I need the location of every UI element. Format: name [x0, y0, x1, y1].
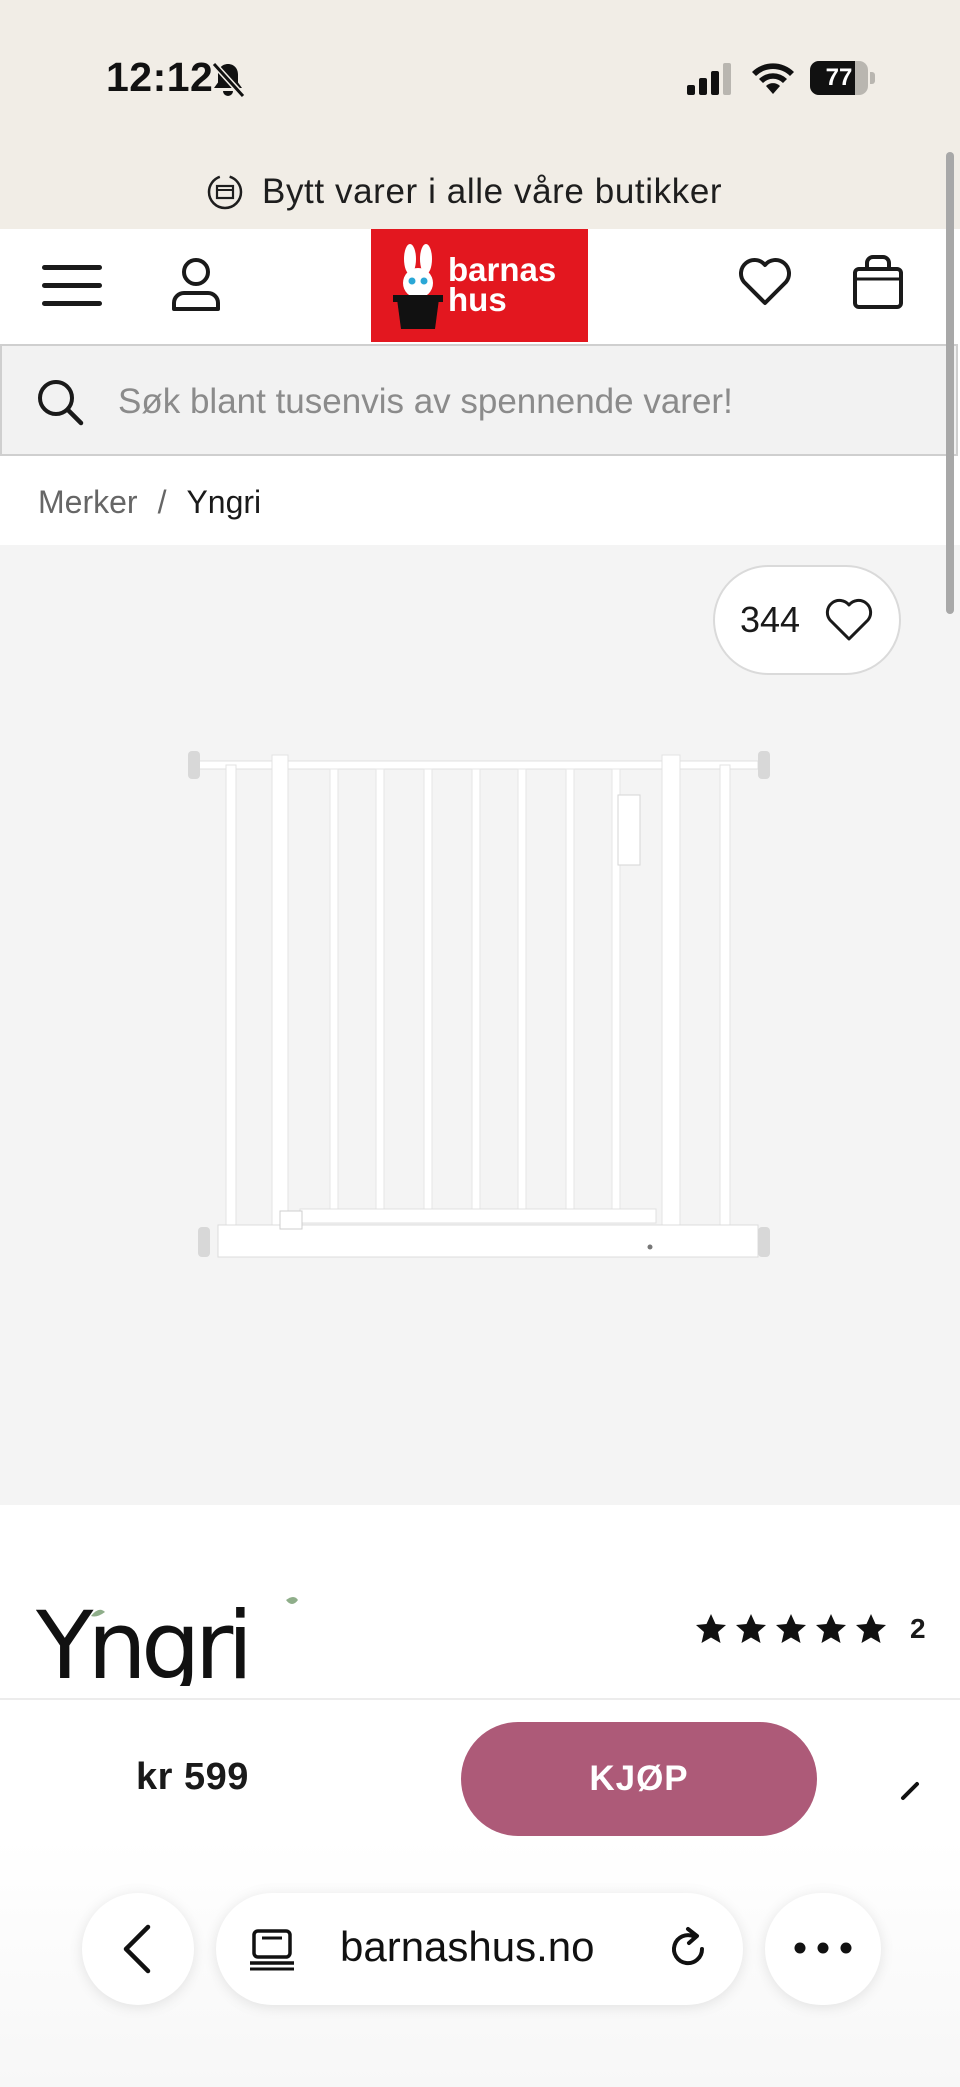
battery-icon: 77	[810, 61, 876, 95]
product-image-gallery[interactable]: 344	[0, 545, 960, 1505]
star-icon	[736, 1614, 766, 1643]
bag-icon[interactable]	[850, 251, 906, 311]
bell-slash-icon	[211, 61, 246, 99]
more-icon	[794, 1942, 852, 1954]
favorite-button[interactable]: 344	[713, 565, 901, 675]
logo-text-line2: hus	[448, 281, 507, 318]
svg-text:Yngri: Yngri	[36, 1596, 247, 1686]
status-time: 12:12	[106, 54, 214, 100]
sticky-buy-bar: kr 599 KJØP	[0, 1698, 960, 1840]
site-logo[interactable]: barnas hus	[371, 229, 588, 342]
breadcrumb-separator: /	[157, 484, 167, 520]
exchange-box-icon	[207, 174, 243, 210]
signal-icon	[687, 63, 731, 95]
back-icon	[123, 1924, 151, 1974]
bunny-hat-logo-icon	[393, 244, 443, 329]
search-input[interactable]	[116, 366, 940, 438]
address-bar[interactable]: barnashus.no	[216, 1893, 743, 2005]
search-icon[interactable]	[36, 378, 84, 426]
breadcrumb: Merker / Yngri	[38, 484, 261, 521]
battery-percent: 77	[825, 64, 853, 91]
star-icon	[776, 1614, 806, 1643]
url-text: barnashus.no	[340, 1923, 595, 1970]
heart-icon[interactable]	[736, 251, 794, 311]
status-bar: 12:12 77	[0, 0, 960, 155]
favorites-count: 344	[739, 599, 801, 640]
wifi-icon	[752, 63, 794, 94]
breadcrumb-item-merker[interactable]: Merker	[38, 484, 138, 521]
partial-icon	[901, 1782, 919, 1800]
review-count: 2	[910, 1613, 926, 1644]
menu-icon[interactable]	[42, 261, 104, 311]
reader-icon[interactable]	[250, 1927, 294, 1971]
search-bar	[0, 344, 958, 456]
account-icon[interactable]	[168, 255, 224, 313]
back-button[interactable]	[82, 1893, 194, 2005]
star-icon	[856, 1614, 886, 1643]
promo-text: Bytt varer i alle våre butikker	[262, 172, 723, 211]
site-header: barnas hus	[0, 229, 960, 343]
star-icon	[816, 1614, 846, 1643]
product-price: kr 599	[136, 1756, 249, 1798]
promo-banner[interactable]: Bytt varer i alle våre butikker	[0, 155, 960, 229]
reload-icon[interactable]	[664, 1925, 712, 1973]
brand-logo-yngri[interactable]: Yngri	[36, 1596, 302, 1686]
heart-outline-icon	[825, 598, 873, 641]
star-icon	[696, 1614, 726, 1643]
breadcrumb-item-yngri[interactable]: Yngri	[186, 484, 261, 521]
browser-toolbar: barnashus.no	[0, 1838, 960, 2087]
product-rating[interactable]: 2	[694, 1612, 926, 1646]
product-image-safety-gate	[180, 735, 780, 1295]
buy-button[interactable]: KJØP	[461, 1722, 817, 1836]
more-button[interactable]	[765, 1893, 881, 2005]
page-scrollbar[interactable]	[946, 152, 954, 614]
